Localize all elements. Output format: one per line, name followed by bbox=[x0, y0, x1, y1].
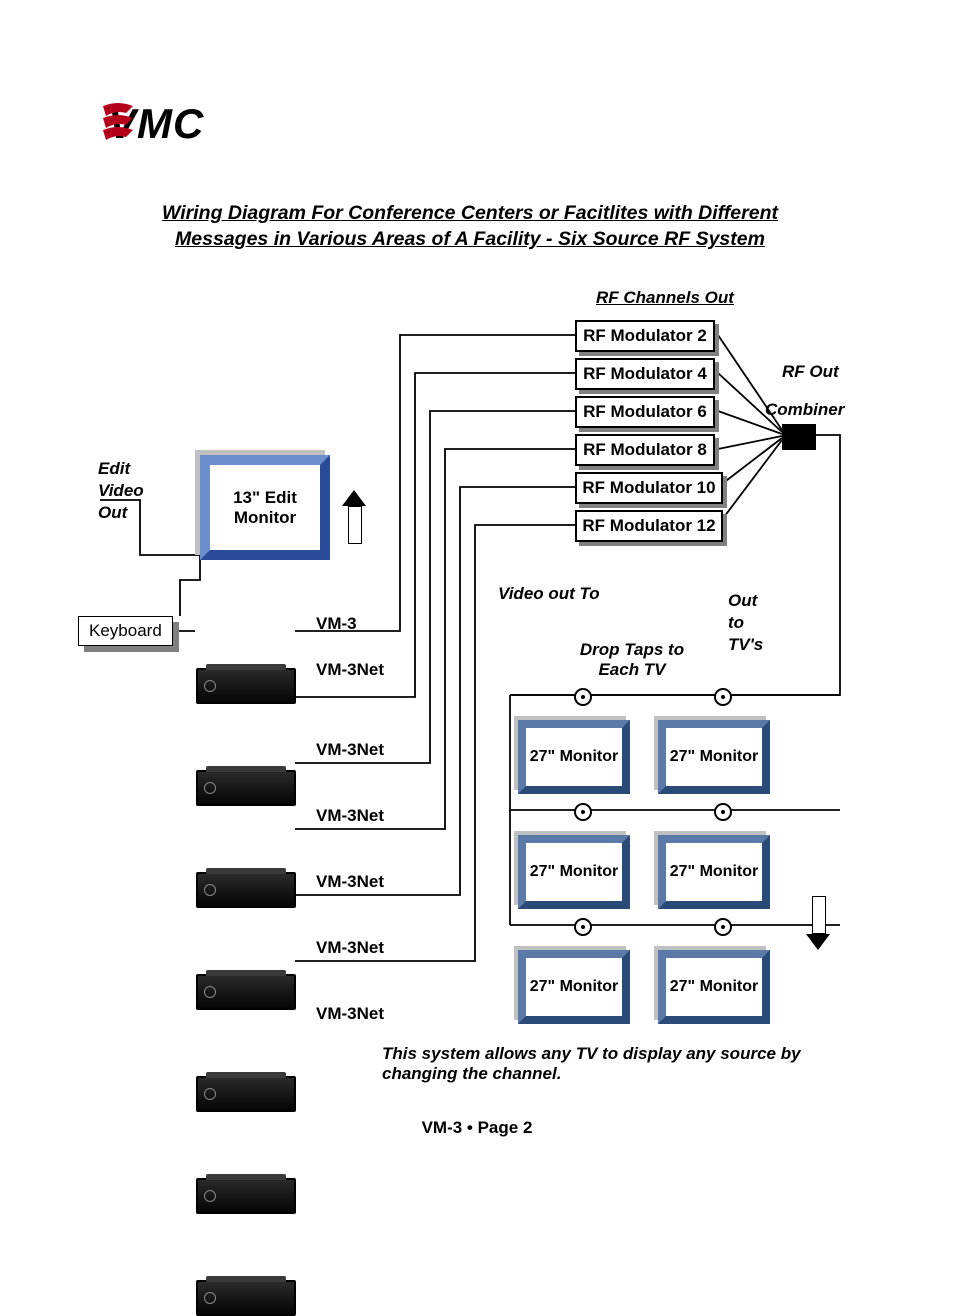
system-description: This system allows any TV to display any… bbox=[382, 1044, 852, 1084]
monitor-27-label: 27" Monitor bbox=[530, 863, 618, 881]
drop-tap-icon bbox=[574, 918, 592, 936]
edit-monitor: 13" Edit Monitor bbox=[200, 455, 330, 560]
vm-device-label: VM-3Net bbox=[316, 740, 384, 760]
combiner-label: Combiner bbox=[765, 400, 844, 420]
vm-device-label: VM-3Net bbox=[316, 660, 384, 680]
keyboard-label: Keyboard bbox=[89, 621, 162, 640]
page-footer: VM-3 • Page 2 bbox=[0, 1118, 954, 1138]
logo: VMC bbox=[108, 100, 204, 148]
rf-modulator-box: RF Modulator 10 bbox=[575, 472, 723, 504]
arrow-down-icon bbox=[806, 896, 830, 950]
monitor-27-label: 27" Monitor bbox=[670, 978, 758, 996]
vm-device bbox=[196, 974, 296, 1010]
vm-device-label: VM-3Net bbox=[316, 872, 384, 892]
vm-device bbox=[196, 1076, 296, 1112]
out-to-tvs-label: Out to TV's bbox=[728, 590, 763, 656]
monitor-27-label: 27" Monitor bbox=[530, 748, 618, 766]
rf-modulator-box: RF Modulator 6 bbox=[575, 396, 715, 428]
vm-device bbox=[196, 770, 296, 806]
rf-modulator-box: RF Modulator 2 bbox=[575, 320, 715, 352]
monitor-27-label: 27" Monitor bbox=[670, 863, 758, 881]
edit-video-out-label: Edit Video Out bbox=[98, 458, 144, 524]
rf-channels-out-label: RF Channels Out bbox=[596, 288, 734, 308]
vm-device-label: VM-3Net bbox=[316, 938, 384, 958]
page-title: Wiring Diagram For Conference Centers or… bbox=[120, 200, 820, 253]
vm-device-label: VM-3Net bbox=[316, 1004, 384, 1024]
drop-tap-icon bbox=[574, 688, 592, 706]
monitor-27: 27" Monitor bbox=[518, 835, 630, 909]
drop-tap-icon bbox=[714, 688, 732, 706]
vm-device bbox=[196, 668, 296, 704]
monitor-27: 27" Monitor bbox=[658, 835, 770, 909]
keyboard-box: Keyboard bbox=[78, 616, 173, 646]
rf-out-label: RF Out bbox=[782, 362, 839, 382]
monitor-27-label: 27" Monitor bbox=[670, 748, 758, 766]
rf-modulator-box: RF Modulator 12 bbox=[575, 510, 723, 542]
arrow-up-icon bbox=[342, 490, 366, 544]
combiner-block bbox=[782, 424, 816, 450]
monitor-27: 27" Monitor bbox=[518, 720, 630, 794]
drop-tap-icon bbox=[714, 918, 732, 936]
vm-device bbox=[196, 872, 296, 908]
vm-device bbox=[196, 1280, 296, 1316]
monitor-27: 27" Monitor bbox=[658, 950, 770, 1024]
edit-monitor-label: 13" Edit Monitor bbox=[210, 488, 320, 528]
video-out-to-label: Video out To bbox=[498, 584, 600, 604]
vm-device bbox=[196, 1178, 296, 1214]
vm-device-label: VM-3Net bbox=[316, 806, 384, 826]
drop-tap-icon bbox=[574, 803, 592, 821]
monitor-27: 27" Monitor bbox=[518, 950, 630, 1024]
vm-device-label: VM-3 bbox=[316, 614, 357, 634]
drop-taps-label: Drop Taps to Each TV bbox=[562, 640, 702, 680]
diagram-page: VMC Wiring Diagram For Conference Center… bbox=[0, 0, 954, 1235]
monitor-27-label: 27" Monitor bbox=[530, 978, 618, 996]
rf-modulator-box: RF Modulator 8 bbox=[575, 434, 715, 466]
drop-tap-icon bbox=[714, 803, 732, 821]
monitor-27: 27" Monitor bbox=[658, 720, 770, 794]
rf-modulator-box: RF Modulator 4 bbox=[575, 358, 715, 390]
